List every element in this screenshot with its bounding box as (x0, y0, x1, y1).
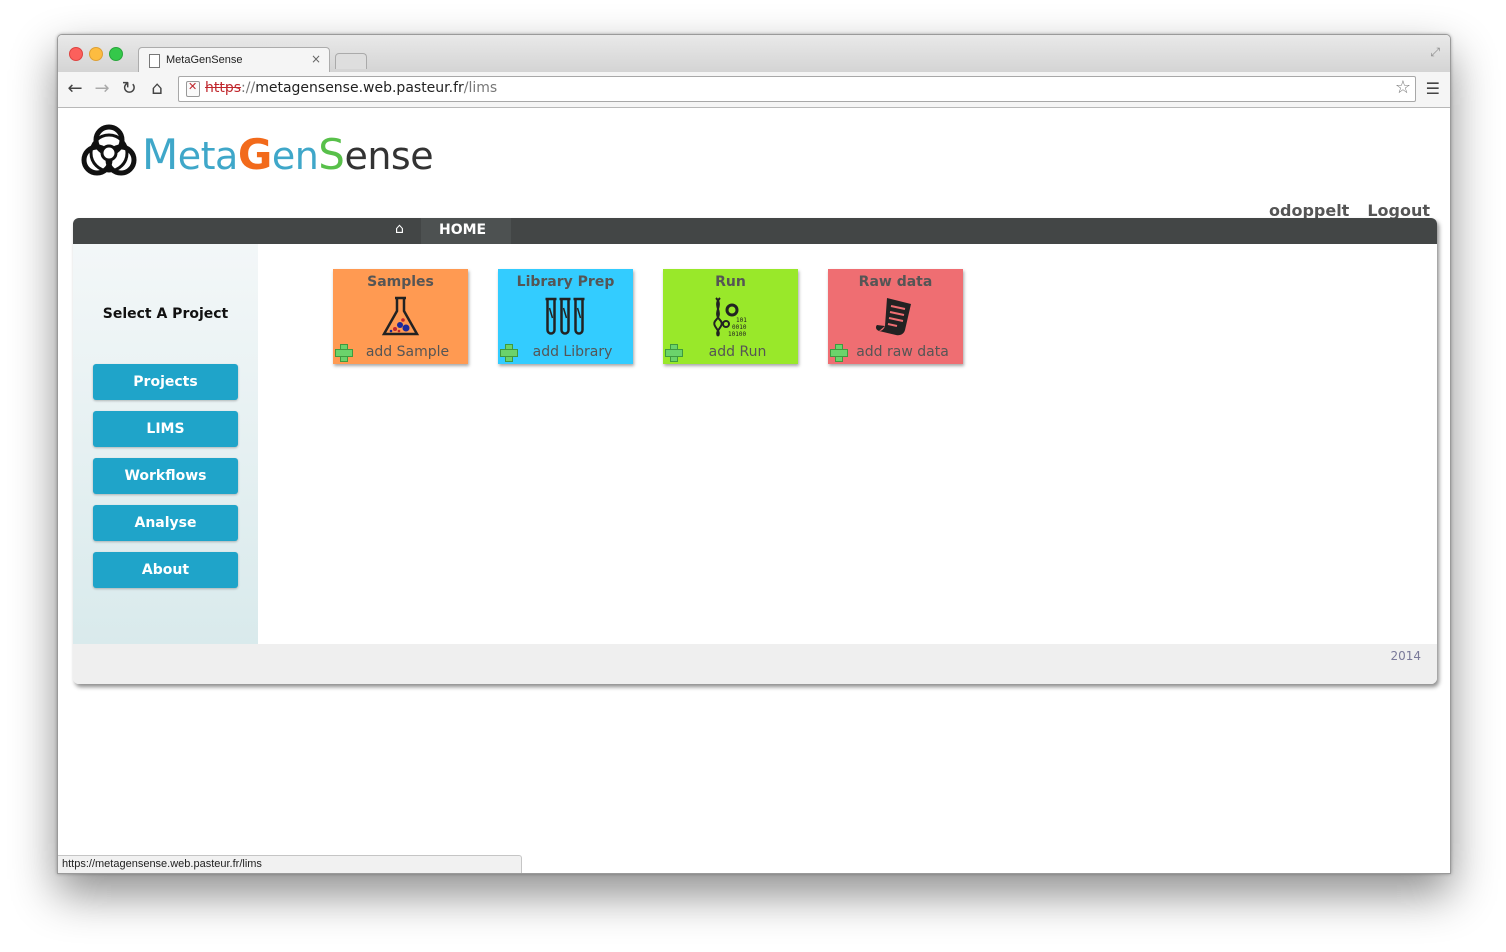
analyse-button[interactable]: Analyse (93, 505, 238, 541)
add-sample-label[interactable]: add Sample (333, 344, 468, 360)
select-project-heading: Select A Project (102, 306, 229, 322)
workflows-button[interactable]: Workflows (93, 458, 238, 494)
footer: 2014 (73, 644, 1437, 684)
status-url: https://metagensense.web.pasteur.fr/lims (62, 858, 262, 870)
home-icon[interactable]: ⌂ (146, 77, 168, 101)
card-title[interactable]: Samples (333, 274, 468, 290)
page-icon (149, 54, 160, 68)
minimize-window-button[interactable] (89, 47, 103, 61)
browser-toolbar: ← → ↻ ⌂ https://metagensense.web.pasteur… (58, 72, 1450, 108)
svg-text:0010: 0010 (732, 324, 747, 331)
projects-button[interactable]: Projects (93, 364, 238, 400)
forward-arrow-icon[interactable]: → (91, 77, 113, 101)
tab-title: MetaGenSense (166, 54, 243, 66)
svg-text:10100: 10100 (728, 331, 746, 338)
sidebar: Select A Project Projects LIMS Workflows… (73, 244, 258, 644)
card-title[interactable]: Raw data (828, 274, 963, 290)
footer-year: 2014 (1390, 649, 1421, 663)
samples-card[interactable]: Samples add Sample (333, 269, 468, 364)
house-icon[interactable]: ⌂ (395, 221, 404, 237)
home-link[interactable]: HOME (439, 222, 486, 238)
biohazard-icon (81, 124, 137, 176)
app-panel: ⌂ HOME Select A Project Projects LIMS Wo… (73, 218, 1437, 684)
dna-gears-icon: 101 0010 10100 (713, 297, 747, 338)
zoom-window-button[interactable] (109, 47, 123, 61)
svg-text:101: 101 (736, 317, 747, 324)
card-title[interactable]: Run (663, 274, 798, 290)
address-bar[interactable]: https://metagensense.web.pasteur.fr/lims… (178, 76, 1416, 102)
raw-data-card[interactable]: Raw data add raw data (828, 269, 963, 364)
run-card[interactable]: Run 101 0010 10100 add Run (663, 269, 798, 364)
url-text[interactable]: https://metagensense.web.pasteur.fr/lims (205, 80, 497, 96)
browser-tab[interactable]: MetaGenSense × (138, 47, 330, 73)
reload-icon[interactable]: ↻ (118, 77, 140, 101)
hamburger-menu-icon[interactable]: ☰ (1426, 79, 1440, 98)
back-arrow-icon[interactable]: ← (64, 77, 86, 101)
fullscreen-icon[interactable]: ⤢ (1430, 45, 1440, 60)
tab-strip: MetaGenSense × ⤢ (58, 35, 1450, 73)
add-raw-data-label[interactable]: add raw data (828, 344, 963, 360)
add-run-label[interactable]: add Run (663, 344, 798, 360)
card-title[interactable]: Library Prep (498, 274, 633, 290)
insecure-lock-icon[interactable] (186, 80, 200, 97)
document-scroll-icon (875, 298, 911, 336)
logo-wordmark: MetaGenSense (142, 130, 434, 179)
page-content: MetaGenSense odoppelt Logout ⌂ HOME Selec… (58, 108, 1450, 873)
library-prep-card[interactable]: Library Prep add Library (498, 269, 633, 364)
about-button[interactable]: About (93, 552, 238, 588)
metagensense-logo[interactable]: MetaGenSense (78, 120, 434, 182)
status-bar: https://metagensense.web.pasteur.fr/lims (58, 855, 522, 873)
add-library-label[interactable]: add Library (498, 344, 633, 360)
flask-icon (381, 296, 420, 336)
main-area: Samples add Sample Library Prep add Libr… (258, 244, 1437, 644)
test-tubes-icon (545, 297, 585, 335)
bookmark-star-icon[interactable]: ☆ (1395, 77, 1411, 98)
new-tab-button[interactable] (335, 53, 367, 69)
top-navbar: ⌂ HOME (73, 218, 1437, 244)
browser-window: MetaGenSense × ⤢ ← → ↻ ⌂ https://metagen… (57, 34, 1451, 874)
lims-button[interactable]: LIMS (93, 411, 238, 447)
close-window-button[interactable] (69, 47, 83, 61)
close-icon[interactable]: × (311, 52, 321, 66)
